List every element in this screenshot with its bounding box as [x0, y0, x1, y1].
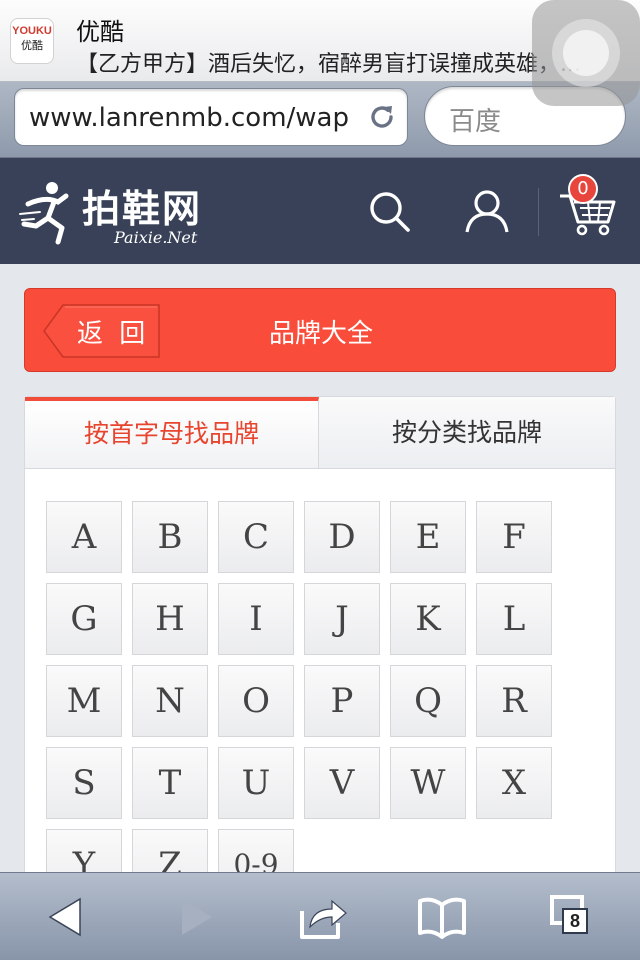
letter-button-d[interactable]: D	[304, 501, 380, 573]
page-title-bar: 返 回 品牌大全	[24, 288, 616, 372]
header-divider	[538, 188, 539, 236]
letter-button-v[interactable]: V	[304, 747, 380, 819]
letter-button-x[interactable]: X	[476, 747, 552, 819]
brand-filter-tabs: 按首字母找品牌 按分类找品牌	[25, 397, 615, 469]
bookmarks-icon[interactable]	[416, 893, 468, 941]
search-placeholder: 百度	[449, 107, 502, 137]
letter-button-q[interactable]: Q	[390, 665, 466, 737]
app-icon-brand: YOUKU	[12, 25, 52, 37]
letter-button-g[interactable]: G	[46, 583, 122, 655]
letter-button-o[interactable]: O	[218, 665, 294, 737]
logo-name: 拍鞋网	[82, 187, 203, 231]
letter-button-s[interactable]: S	[46, 747, 122, 819]
letter-button-b[interactable]: B	[132, 501, 208, 573]
forward-icon[interactable]	[168, 893, 220, 941]
tabs-count-badge: 8	[562, 908, 588, 934]
letter-button-r[interactable]: R	[476, 665, 552, 737]
letter-button-t[interactable]: T	[132, 747, 208, 819]
letter-button-e[interactable]: E	[390, 501, 466, 573]
letter-button-h[interactable]: H	[132, 583, 208, 655]
app-icon-name: 优酷	[21, 39, 43, 52]
letter-button-j[interactable]: J	[304, 583, 380, 655]
tab-by-letter[interactable]: 按首字母找品牌	[25, 397, 319, 469]
letter-button-n[interactable]: N	[132, 665, 208, 737]
page-title: 品牌大全	[268, 319, 373, 349]
letter-button-p[interactable]: P	[304, 665, 380, 737]
tab-by-category[interactable]: 按分类找品牌	[319, 397, 615, 469]
cart-count-badge: 0	[568, 174, 598, 204]
assistive-touch-button[interactable]	[532, 0, 640, 106]
runner-logo-icon	[19, 182, 69, 245]
search-icon[interactable]	[364, 186, 414, 236]
letter-button-a[interactable]: A	[46, 501, 122, 573]
brand-list-card: 按首字母找品牌 按分类找品牌 ABCDEFGHIJKLMNOPQRSTUVWXY…	[24, 396, 616, 901]
youku-app-icon: YOUKU 优酷	[10, 18, 54, 64]
logo-subtitle: Paixie.Net	[114, 228, 198, 247]
url-text: www.lanrenmb.com/wap	[29, 103, 349, 133]
letter-button-c[interactable]: C	[218, 501, 294, 573]
letter-button-u[interactable]: U	[218, 747, 294, 819]
letter-button-k[interactable]: K	[390, 583, 466, 655]
back-icon[interactable]	[42, 893, 94, 941]
reload-icon[interactable]	[367, 102, 397, 132]
letter-button-f[interactable]: F	[476, 501, 552, 573]
site-header: 拍鞋网 Paixie.Net	[0, 158, 640, 264]
url-field[interactable]: www.lanrenmb.com/wap	[14, 88, 408, 146]
assistive-center-icon	[563, 30, 609, 76]
letter-button-l[interactable]: L	[476, 583, 552, 655]
share-icon[interactable]	[298, 893, 350, 941]
user-icon[interactable]	[462, 186, 512, 236]
site-logo[interactable]: 拍鞋网 Paixie.Net	[18, 174, 228, 250]
notification-title: 优酷	[76, 18, 124, 46]
letter-button-m[interactable]: M	[46, 665, 122, 737]
letter-button-i[interactable]: I	[218, 583, 294, 655]
browser-toolbar	[0, 872, 640, 960]
letter-button-w[interactable]: W	[390, 747, 466, 819]
